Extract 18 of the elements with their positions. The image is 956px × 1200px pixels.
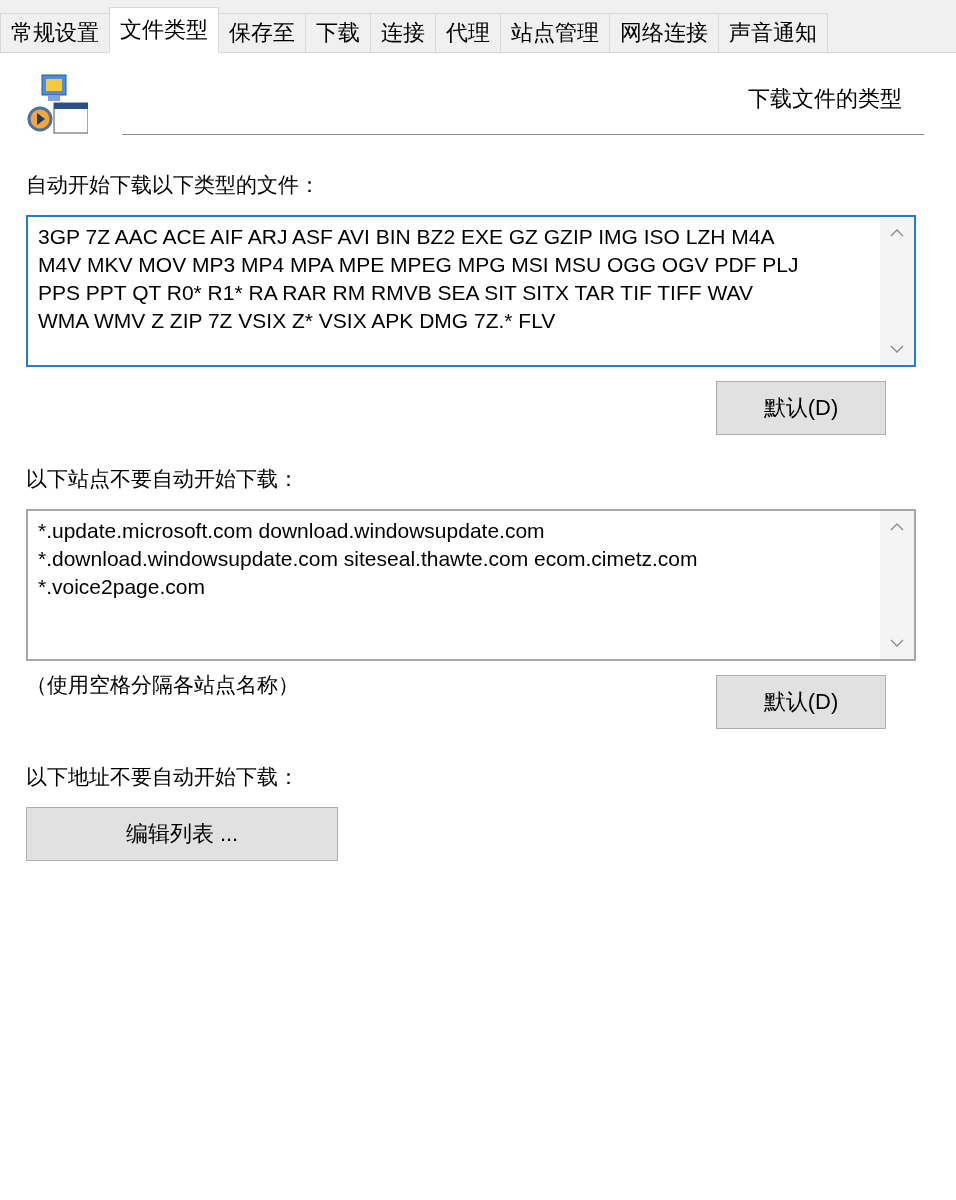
field-label: 自动开始下载以下类型的文件： — [26, 172, 321, 198]
scroll-up-icon[interactable] — [890, 523, 904, 531]
computer-window-icon — [26, 73, 88, 135]
tab[interactable]: 声音通知 — [718, 13, 828, 52]
scroll-up-icon[interactable] — [890, 229, 904, 237]
scroll-down-icon[interactable] — [890, 639, 904, 647]
tab[interactable]: 文件类型 — [109, 7, 219, 53]
field-label: 以下站点不要自动开始下载： — [26, 466, 300, 492]
scroll-down-icon[interactable] — [890, 345, 904, 353]
default-button[interactable]: 默认(D) — [716, 381, 886, 435]
text-area-field[interactable]: 3GP 7Z AAC ACE AIF ARJ ASF AVI BIN BZ2 EXE GZ GZIP IMG ISO LZH M4A M4V MKV MOV MP3 MP4 MPA MPE MPEG MPG MSI MSU OGG OGV PDF PLJ PPS PPT QT R0* R1* RA RAR RM RMVB SEA SIT SITX TAR TIF TIFF WAV WMA WMV Z ZIP 7Z VSIX Z* VSIX APK DMG 7Z.* FLV — [26, 215, 916, 367]
field-label: 以下地址不要自动开始下载： — [26, 764, 300, 790]
tab[interactable]: 常规设置 — [0, 13, 110, 52]
default-button[interactable]: 默认(D) — [716, 675, 886, 729]
edit-list-button[interactable]: 编辑列表 ... — [26, 807, 338, 861]
text-area-field[interactable]: *.update.microsoft.com download.windowsupdate.com *.download.windowsupdate.com siteseal.thawte.com ecom.cimetz.com *.voice2page.com — [26, 509, 916, 661]
hint-text: （使用空格分隔各站点名称） — [26, 672, 299, 698]
section-title: 下载文件的类型 — [748, 85, 902, 113]
